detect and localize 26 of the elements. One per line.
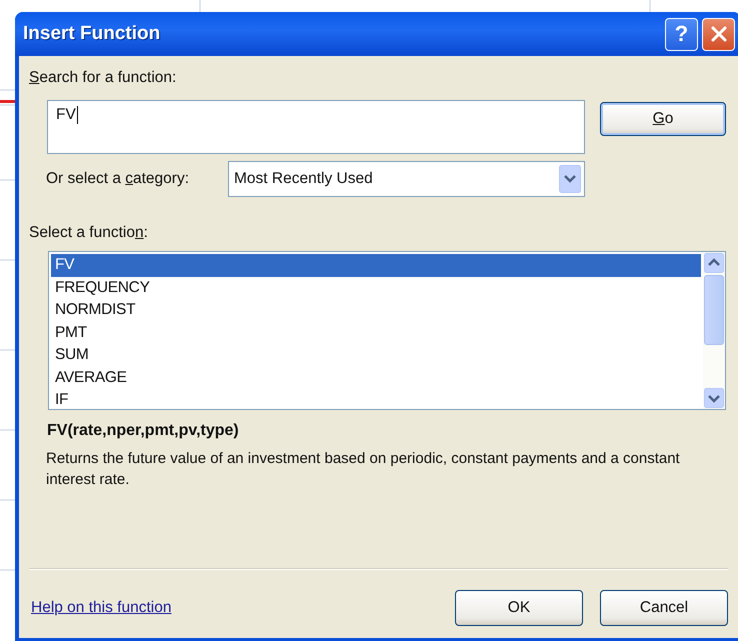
function-item[interactable]: NORMDIST: [51, 299, 701, 322]
category-label: Or select a category:: [46, 169, 190, 189]
function-description: Returns the future value of an investment based on periodic, constant payments and a constant interest rate.: [46, 449, 681, 490]
close-button[interactable]: [702, 18, 735, 50]
cancel-button[interactable]: Cancel: [600, 590, 728, 626]
search-label: Search for a function:: [29, 68, 178, 88]
search-field[interactable]: FV: [47, 100, 585, 154]
function-item[interactable]: PMT: [51, 322, 701, 344]
go-button[interactable]: Go: [600, 102, 726, 136]
close-icon: [710, 25, 728, 43]
scroll-down-icon[interactable]: [704, 388, 724, 408]
ok-button[interactable]: OK: [455, 590, 583, 626]
scroll-up-icon[interactable]: [704, 253, 724, 273]
function-item[interactable]: AVERAGE: [51, 366, 701, 389]
window-title: Insert Function: [23, 23, 160, 45]
scroll-thumb[interactable]: [704, 275, 724, 345]
function-item[interactable]: FV: [51, 254, 701, 276]
category-dropdown[interactable]: Most Recently Used: [228, 161, 585, 197]
help-button[interactable]: ?: [665, 18, 698, 50]
scrollbar[interactable]: [703, 252, 725, 409]
function-signature: FV(rate,nper,pmt,pv,type): [47, 422, 240, 440]
help-link[interactable]: Help on this function: [31, 599, 172, 617]
function-list-label: Select a function:: [29, 223, 149, 243]
function-item[interactable]: IF: [51, 389, 701, 412]
function-item[interactable]: SUM: [51, 344, 701, 366]
function-item[interactable]: FREQUENCY: [51, 276, 701, 299]
